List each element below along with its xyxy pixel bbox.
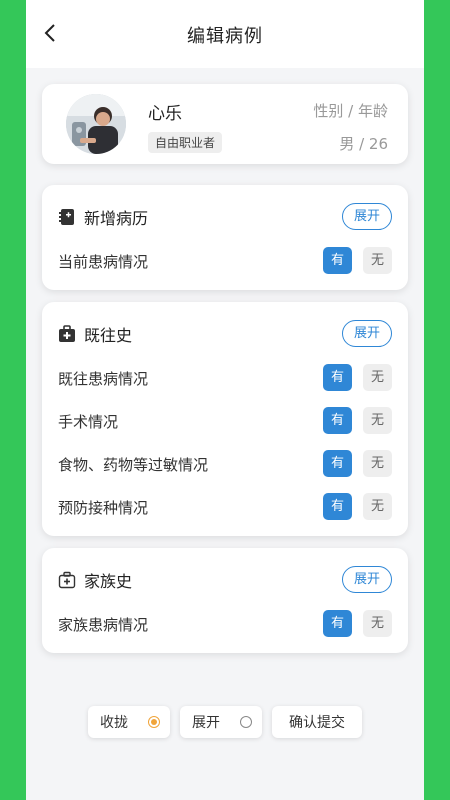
list-item: 食物、药物等过敏情况 有 无 — [58, 450, 392, 478]
list-item: 既往患病情况 有 无 — [58, 364, 392, 392]
expand-label: 展开 — [192, 715, 220, 731]
yes-button[interactable]: 有 — [323, 493, 352, 520]
nav-bar: 编辑病例 — [26, 0, 424, 68]
yes-button[interactable]: 有 — [323, 610, 352, 637]
expand-option[interactable]: 展开 — [180, 706, 262, 738]
row-label: 预防接种情况 — [58, 499, 149, 517]
yes-button[interactable]: 有 — [323, 450, 352, 477]
occupation-tag: 自由职业者 — [148, 132, 223, 153]
list-item: 家族患病情况 有 无 — [58, 610, 392, 638]
section-title: 新增病历 — [84, 209, 149, 228]
yes-button[interactable]: 有 — [323, 364, 352, 391]
section-title: 家族史 — [84, 572, 133, 591]
gender-age-value: 男 / 26 — [339, 135, 388, 153]
page-title: 编辑病例 — [187, 26, 263, 47]
gender-age-label: 性别 / 年龄 — [313, 102, 388, 120]
no-button[interactable]: 无 — [363, 407, 392, 434]
list-item: 手术情况 有 无 — [58, 407, 392, 435]
radio-selected-icon — [148, 716, 160, 728]
avatar — [66, 94, 126, 154]
yes-button[interactable]: 有 — [323, 247, 352, 274]
section-header: 既往史 — [58, 322, 132, 346]
section-past-history: 既往史 展开 既往患病情况 有 无 手术情况 有 无 食物、药物等过敏情况 有 … — [42, 302, 408, 536]
submit-button[interactable]: 确认提交 — [272, 706, 362, 738]
patient-name: 心乐 — [148, 104, 182, 124]
collapse-option[interactable]: 收拢 — [88, 706, 170, 738]
row-label: 家族患病情况 — [58, 616, 149, 634]
notebook-icon — [59, 209, 74, 225]
row-label: 既往患病情况 — [58, 370, 149, 388]
no-button[interactable]: 无 — [363, 493, 392, 520]
no-button[interactable]: 无 — [363, 610, 392, 637]
first-aid-kit-icon — [59, 325, 75, 342]
no-button[interactable]: 无 — [363, 247, 392, 274]
list-item: 预防接种情况 有 无 — [58, 493, 392, 521]
avatar-photo — [66, 94, 126, 154]
expand-button[interactable]: 展开 — [342, 566, 392, 593]
submit-label: 确认提交 — [289, 715, 345, 731]
section-header: 新增病历 — [58, 205, 148, 229]
row-label: 食物、药物等过敏情况 — [58, 456, 209, 474]
list-item: 当前患病情况 有 无 — [58, 247, 392, 275]
profile-card: 心乐 自由职业者 性别 / 年龄 男 / 26 — [42, 84, 408, 164]
medical-kit-outline-icon — [58, 571, 76, 589]
section-title: 既往史 — [84, 326, 133, 345]
section-family-history: 家族史 展开 家族患病情况 有 无 — [42, 548, 408, 653]
radio-unselected-icon — [240, 716, 252, 728]
section-new-record: 新增病历 展开 当前患病情况 有 无 — [42, 185, 408, 290]
section-header: 家族史 — [58, 568, 132, 592]
no-button[interactable]: 无 — [363, 364, 392, 391]
no-button[interactable]: 无 — [363, 450, 392, 477]
collapse-label: 收拢 — [100, 715, 128, 731]
expand-button[interactable]: 展开 — [342, 320, 392, 347]
row-label: 当前患病情况 — [58, 253, 149, 271]
row-label: 手术情况 — [58, 413, 119, 431]
yes-button[interactable]: 有 — [323, 407, 352, 434]
screen: 编辑病例 心乐 自由职业者 性别 / 年龄 男 / 26 新增病历 展开 当前患… — [26, 0, 424, 800]
expand-button[interactable]: 展开 — [342, 203, 392, 230]
